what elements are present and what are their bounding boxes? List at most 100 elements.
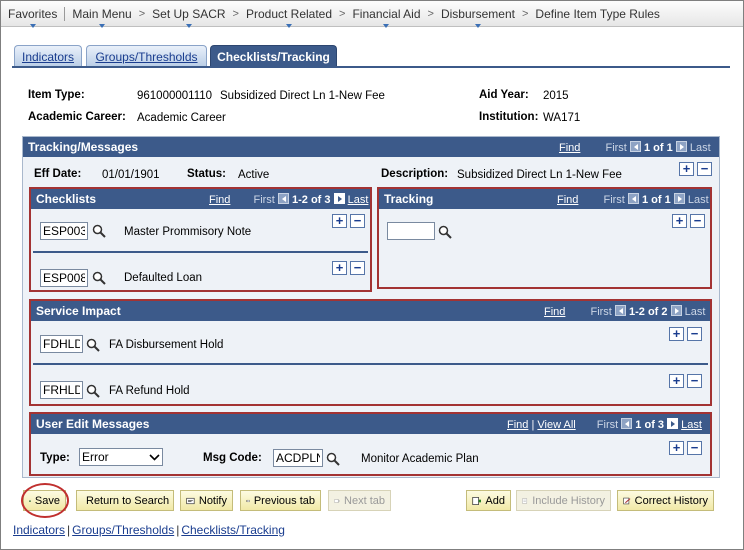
add-button[interactable]: Add — [466, 490, 511, 511]
lookup-icon[interactable] — [438, 225, 452, 239]
delete-row-button[interactable]: − — [687, 327, 702, 341]
add-row-button[interactable]: + — [669, 441, 684, 455]
first-label[interactable]: First — [253, 194, 274, 206]
prev-arrow-icon[interactable] — [627, 193, 639, 204]
row-count: 1 of 3 — [635, 419, 665, 431]
next-tab-button[interactable]: Next tab — [328, 490, 391, 511]
delete-row-button[interactable]: − — [687, 374, 702, 388]
row-count: 1 of 1 — [643, 142, 673, 154]
find-link[interactable]: Find — [507, 419, 528, 431]
tab-indicators[interactable]: Indicators — [14, 45, 82, 67]
row-count: 1-2 of 3 — [291, 194, 331, 206]
next-tab-icon — [334, 498, 341, 503]
first-label[interactable]: First — [597, 419, 618, 431]
add-row-button[interactable]: + — [679, 162, 694, 176]
item-type-label: Item Type: — [28, 89, 85, 101]
type-selected-value: Error — [82, 450, 109, 464]
nav-favorites[interactable]: Favorites — [1, 6, 66, 28]
checklists-header: Checklists Find First 1-2 of 3 Last — [31, 189, 370, 209]
user-edit-messages-panel: User Edit Messages Find | View All First… — [29, 412, 712, 476]
add-row-button[interactable]: + — [672, 214, 687, 228]
checklist-code-input[interactable] — [40, 269, 88, 287]
notify-button[interactable]: Notify — [180, 490, 233, 511]
tracking-messages-title: Tracking/Messages — [28, 140, 139, 154]
checklist-description: Defaulted Loan — [124, 272, 203, 284]
first-label[interactable]: First — [590, 306, 611, 318]
aid-year-value: 2015 — [543, 90, 569, 102]
service-impact-nav: Find First 1-2 of 2 Last — [544, 305, 705, 318]
nav-main-menu[interactable]: Main Menu — [65, 7, 138, 28]
service-impact-description: FA Refund Hold — [109, 385, 190, 397]
service-impact-code-input[interactable] — [40, 381, 83, 399]
next-arrow-icon[interactable] — [667, 418, 679, 429]
link-checklists-tracking[interactable]: Checklists/Tracking — [181, 523, 285, 537]
last-label[interactable]: Last — [685, 306, 706, 318]
prev-arrow-icon[interactable] — [629, 141, 641, 152]
nav-product-related[interactable]: Product Related — [239, 7, 339, 28]
first-label[interactable]: First — [605, 142, 626, 154]
status-label: Status: — [187, 168, 226, 180]
link-groups-thresholds[interactable]: Groups/Thresholds — [72, 523, 174, 537]
lookup-icon[interactable] — [92, 271, 106, 285]
item-type-value: 961000001110 — [137, 90, 213, 102]
next-arrow-icon[interactable] — [673, 193, 685, 204]
include-history-button[interactable]: Include History — [516, 490, 611, 511]
prev-arrow-icon[interactable] — [614, 305, 626, 316]
checklist-description: Master Prommisory Note — [124, 226, 252, 238]
find-link[interactable]: Find — [544, 306, 565, 318]
next-arrow-icon[interactable] — [333, 193, 345, 204]
msg-code-label: Msg Code: — [203, 452, 262, 464]
tracking-input[interactable] — [387, 222, 435, 240]
find-link[interactable]: Find — [209, 194, 230, 206]
last-link[interactable]: Last — [681, 419, 702, 431]
add-row-button[interactable]: + — [332, 214, 347, 228]
lookup-icon[interactable] — [326, 452, 340, 466]
last-label[interactable]: Last — [690, 142, 711, 154]
eff-date-label: Eff Date: — [34, 168, 82, 180]
return-to-search-button[interactable]: Return to Search — [76, 490, 174, 511]
tab-checklists-tracking[interactable]: Checklists/Tracking — [210, 45, 337, 67]
lookup-icon[interactable] — [86, 338, 100, 352]
view-all-link[interactable]: View All — [537, 419, 575, 431]
find-link[interactable]: Find — [557, 194, 578, 206]
first-label[interactable]: First — [603, 194, 624, 206]
next-tab-label: Next tab — [344, 494, 385, 507]
academic-career-label: Academic Career: — [28, 111, 126, 123]
delete-row-button[interactable]: − — [687, 441, 702, 455]
institution-value: WA171 — [543, 112, 581, 124]
last-link[interactable]: Last — [348, 194, 369, 206]
delete-row-button[interactable]: − — [697, 162, 712, 176]
row-separator — [33, 251, 368, 253]
add-row-button[interactable]: + — [669, 327, 684, 341]
delete-row-button[interactable]: − — [350, 214, 365, 228]
tab-groups-thresholds[interactable]: Groups/Thresholds — [86, 45, 207, 67]
previous-tab-button[interactable]: Previous tab — [240, 490, 321, 511]
checklist-code-input[interactable] — [40, 222, 88, 240]
prev-arrow-icon[interactable] — [277, 193, 289, 204]
add-row-button[interactable]: + — [669, 374, 684, 388]
include-history-label: Include History — [532, 494, 605, 507]
link-indicators[interactable]: Indicators — [13, 523, 65, 537]
tracking-messages-header: Tracking/Messages Find First 1 of 1 Last — [23, 137, 719, 157]
nav-financial-aid[interactable]: Financial Aid — [345, 7, 427, 28]
next-arrow-icon[interactable] — [675, 141, 687, 152]
nav-set-up-sacr[interactable]: Set Up SACR — [145, 7, 232, 28]
correct-history-button[interactable]: Correct History — [617, 490, 714, 511]
lookup-icon[interactable] — [86, 384, 100, 398]
msg-code-input[interactable] — [273, 449, 323, 467]
nav-disbursement[interactable]: Disbursement — [434, 7, 522, 28]
delete-row-button[interactable]: − — [690, 214, 705, 228]
next-arrow-icon[interactable] — [670, 305, 682, 316]
service-impact-code-input[interactable] — [40, 335, 83, 353]
nav-define-item-type-rules[interactable]: Define Item Type Rules — [528, 7, 667, 21]
prev-arrow-icon[interactable] — [621, 418, 633, 429]
type-select[interactable]: Error — [79, 448, 163, 466]
academic-career-value: Academic Career — [137, 112, 226, 124]
lookup-icon[interactable] — [92, 224, 106, 238]
notify-label: Notify — [198, 494, 227, 507]
service-impact-title: Service Impact — [36, 304, 121, 318]
last-label[interactable]: Last — [688, 194, 709, 206]
delete-row-button[interactable]: − — [350, 261, 365, 275]
find-link[interactable]: Find — [559, 142, 580, 154]
add-row-button[interactable]: + — [332, 261, 347, 275]
